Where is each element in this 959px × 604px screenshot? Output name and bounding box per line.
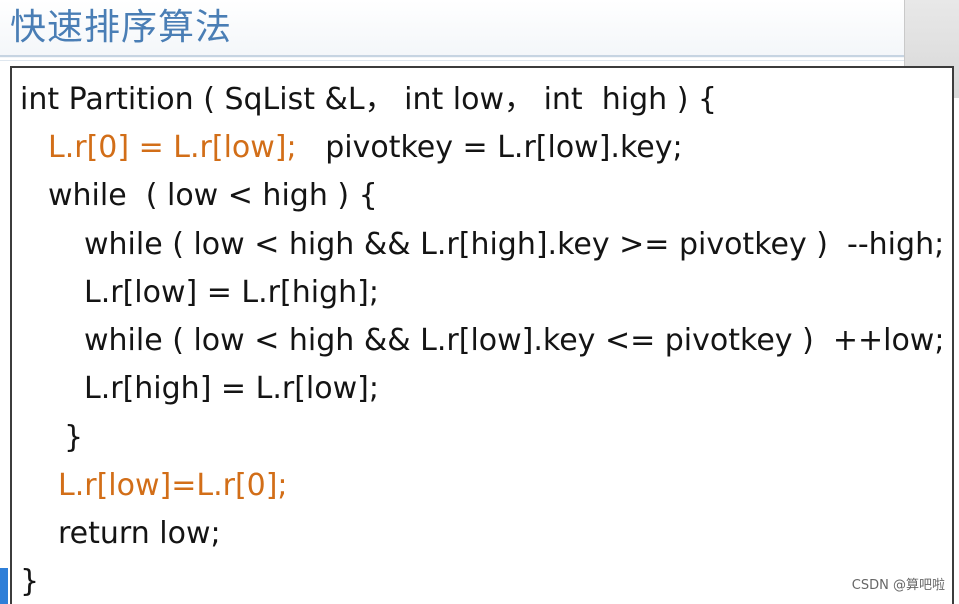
header-divider [0,55,959,57]
code-line-inner-while-high: while ( low < high && L.r[high].key >= p… [84,227,945,262]
header-divider-secondary [0,60,959,61]
code-line-init: L.r[0] = L.r[low]; pivotkey = L.r[low].k… [48,129,683,167]
code-line-close-function: } [20,564,40,599]
code-init-pivot: pivotkey = L.r[low].key; [296,130,683,165]
slide-header: 快速排序算法 [0,0,959,61]
code-line-assign-low: L.r[low] = L.r[high]; [84,275,379,310]
watermark: CSDN @算吧啦 [851,578,945,593]
code-line-assign-high: L.r[high] = L.r[low]; [84,371,379,406]
code-line-return: return low; [58,516,221,551]
code-line-inner-while-low: while ( low < high && L.r[low].key <= pi… [84,323,945,358]
side-marker [0,568,8,604]
code-line-signature: int Partition ( SqList &L， int low， int … [20,82,718,117]
slide-page: 快速排序算法 int Partition ( SqList &L， int lo… [0,0,959,604]
slide-title: 快速排序算法 [10,7,233,48]
code-line-restore-pivot: L.r[low]=L.r[0]; [58,468,288,503]
code-init-highlight: L.r[0] = L.r[low]; [48,130,297,165]
code-line-outer-while: while ( low < high ) { [48,178,378,213]
code-block: int Partition ( SqList &L， int low， int … [10,66,954,604]
code-line-close-while: } [64,420,84,455]
